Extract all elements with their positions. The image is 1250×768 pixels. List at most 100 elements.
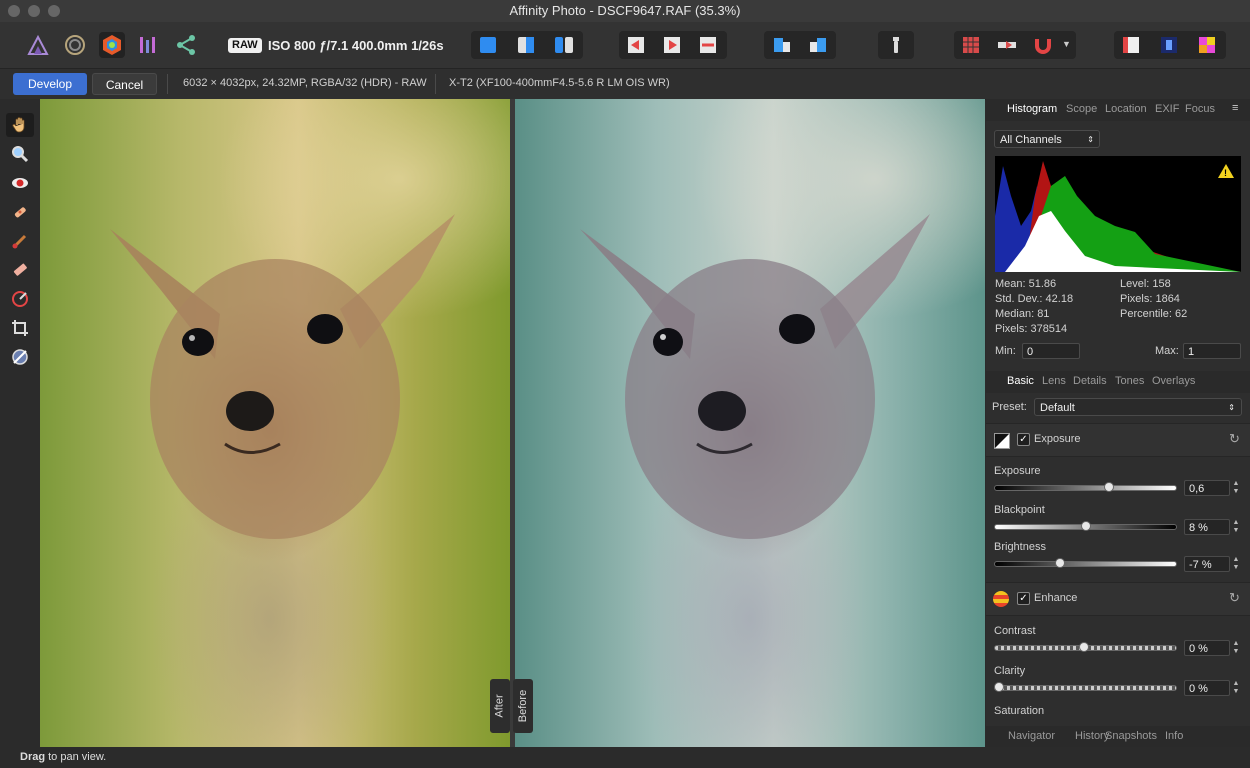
clarity-slider[interactable]: [993, 682, 1177, 692]
single-view-icon[interactable]: [475, 32, 501, 58]
rotate-right-icon[interactable]: [805, 32, 831, 58]
enhance-section-header[interactable]: ✓ Enhance ↻: [986, 582, 1250, 616]
develop-persona-icon[interactable]: [99, 32, 125, 58]
exposure-enable-checkbox[interactable]: ✓: [1017, 433, 1030, 446]
reset-icon[interactable]: ↻: [1229, 590, 1240, 606]
tab-basic[interactable]: Basic: [1007, 375, 1034, 387]
tab-info[interactable]: Info: [1165, 730, 1183, 742]
before-label: Before: [517, 689, 530, 723]
rotate-left-icon[interactable]: [769, 32, 795, 58]
brightness-slider-knob[interactable]: [1055, 558, 1066, 568]
grid-overlay-icon[interactable]: [958, 32, 984, 58]
tab-navigator[interactable]: Navigator: [1008, 730, 1055, 742]
svg-text:!: !: [1224, 168, 1227, 178]
after-tab[interactable]: After: [490, 679, 510, 733]
tab-histogram[interactable]: Histogram: [1007, 103, 1057, 115]
clarity-slider-knob[interactable]: [993, 682, 1004, 692]
blackpoint-stepper[interactable]: ▲ ▼: [1232, 519, 1240, 535]
status-hint: Drag to pan view.: [20, 751, 106, 763]
contrast-label: Contrast: [994, 625, 1036, 637]
white-balance-tool-icon[interactable]: [6, 345, 34, 369]
contrast-slider-knob[interactable]: [1078, 642, 1089, 652]
max-input[interactable]: 1: [1183, 343, 1241, 359]
left-studio-icon[interactable]: [1118, 32, 1144, 58]
after-image[interactable]: [40, 99, 510, 747]
split-view-icon[interactable]: [513, 32, 539, 58]
contrast-slider[interactable]: [994, 642, 1177, 652]
exposure-stepper[interactable]: ▲ ▼: [1232, 480, 1240, 496]
shadow-clip-icon[interactable]: [994, 32, 1020, 58]
chevron-down-icon[interactable]: ▼: [1062, 39, 1071, 49]
tab-snapshots[interactable]: Snapshots: [1105, 730, 1157, 742]
tab-details[interactable]: Details: [1073, 375, 1107, 387]
eraser-tool-icon[interactable]: [6, 258, 34, 282]
tools-panel: [0, 99, 40, 747]
right-studio-icon[interactable]: [1156, 32, 1182, 58]
image-canvas[interactable]: After Before: [40, 99, 985, 747]
divider: [167, 74, 168, 94]
crop-tool-icon[interactable]: [6, 316, 34, 340]
flashlight-icon[interactable]: [883, 32, 909, 58]
reset-icon[interactable]: ↻: [1229, 431, 1240, 447]
exposure-slider-knob[interactable]: [1104, 482, 1115, 492]
color-studio-icon[interactable]: [1194, 32, 1220, 58]
export-persona-icon[interactable]: [173, 32, 199, 58]
enhance-enable-checkbox[interactable]: ✓: [1017, 592, 1030, 605]
histogram-tab-bar: Histogram Scope Location EXIF Focus ≡: [986, 99, 1250, 121]
exposure-slider[interactable]: [994, 482, 1177, 492]
tab-scope[interactable]: Scope: [1066, 103, 1097, 115]
stat-mean: Mean: 51.86: [995, 278, 1057, 290]
clip-warnings-group: ▼: [954, 31, 1076, 59]
stat-median: Median: 81: [995, 308, 1050, 320]
cancel-button[interactable]: Cancel: [92, 73, 157, 95]
brush-tool-icon[interactable]: [6, 229, 34, 253]
tab-exif[interactable]: EXIF: [1155, 103, 1179, 115]
tone-mapping-persona-icon[interactable]: [136, 32, 162, 58]
blemish-tool-icon[interactable]: [6, 200, 34, 224]
channel-select[interactable]: All Channels ⇕: [994, 130, 1100, 148]
clarity-stepper[interactable]: ▲ ▼: [1232, 680, 1240, 696]
split-right-icon[interactable]: [659, 32, 685, 58]
exposure-section-header[interactable]: ✓ Exposure ↻: [986, 423, 1250, 457]
tab-overlays[interactable]: Overlays: [1152, 375, 1195, 387]
develop-button[interactable]: Develop: [13, 73, 87, 95]
tab-focus[interactable]: Focus: [1185, 103, 1215, 115]
before-image[interactable]: [515, 99, 985, 747]
brightness-slider[interactable]: [994, 558, 1177, 568]
red-eye-tool-icon[interactable]: [6, 171, 34, 195]
liquify-persona-icon[interactable]: [62, 32, 88, 58]
tab-lens[interactable]: Lens: [1042, 375, 1066, 387]
blackpoint-slider-knob[interactable]: [1080, 521, 1091, 531]
blackpoint-value[interactable]: 8 %: [1184, 519, 1230, 535]
contrast-stepper[interactable]: ▲ ▼: [1232, 640, 1240, 656]
camera-info: X-T2 (XF100-400mmF4.5-5.6 R LM OIS WR): [449, 77, 670, 89]
tab-location[interactable]: Location: [1105, 103, 1147, 115]
photo-persona-icon[interactable]: [25, 32, 51, 58]
tab-tones[interactable]: Tones: [1115, 375, 1144, 387]
orientation-group: [764, 31, 836, 59]
mirror-view-icon[interactable]: [551, 32, 577, 58]
hand-tool-icon[interactable]: [6, 113, 34, 137]
status-hint-bold: Drag: [20, 751, 46, 763]
stat-pixels: Pixels: 378514: [995, 323, 1068, 335]
saturation-label: Saturation: [994, 705, 1045, 717]
panel-menu-icon[interactable]: ≡: [1232, 102, 1238, 114]
channel-select-value: All Channels: [1000, 134, 1062, 146]
bottom-studio-tabs: Navigator History Snapshots Info: [986, 726, 1250, 747]
clarity-value[interactable]: 0 %: [1184, 680, 1230, 696]
divider: [435, 74, 436, 94]
brightness-value[interactable]: -7 %: [1184, 556, 1230, 572]
gradient-tool-icon[interactable]: [6, 287, 34, 311]
brightness-stepper[interactable]: ▲ ▼: [1232, 556, 1240, 572]
exposure-section-title: Exposure: [1034, 433, 1081, 445]
split-left-icon[interactable]: [623, 32, 649, 58]
zoom-tool-icon[interactable]: [6, 142, 34, 166]
contrast-value[interactable]: 0 %: [1184, 640, 1230, 656]
magnet-icon[interactable]: [1030, 32, 1056, 58]
exposure-value[interactable]: 0,6: [1184, 480, 1230, 496]
min-input[interactable]: 0: [1022, 343, 1080, 359]
split-swap-icon[interactable]: [695, 32, 721, 58]
preset-select[interactable]: Default ⇕: [1034, 398, 1242, 416]
blackpoint-slider[interactable]: [994, 521, 1177, 531]
before-tab[interactable]: Before: [513, 679, 533, 733]
